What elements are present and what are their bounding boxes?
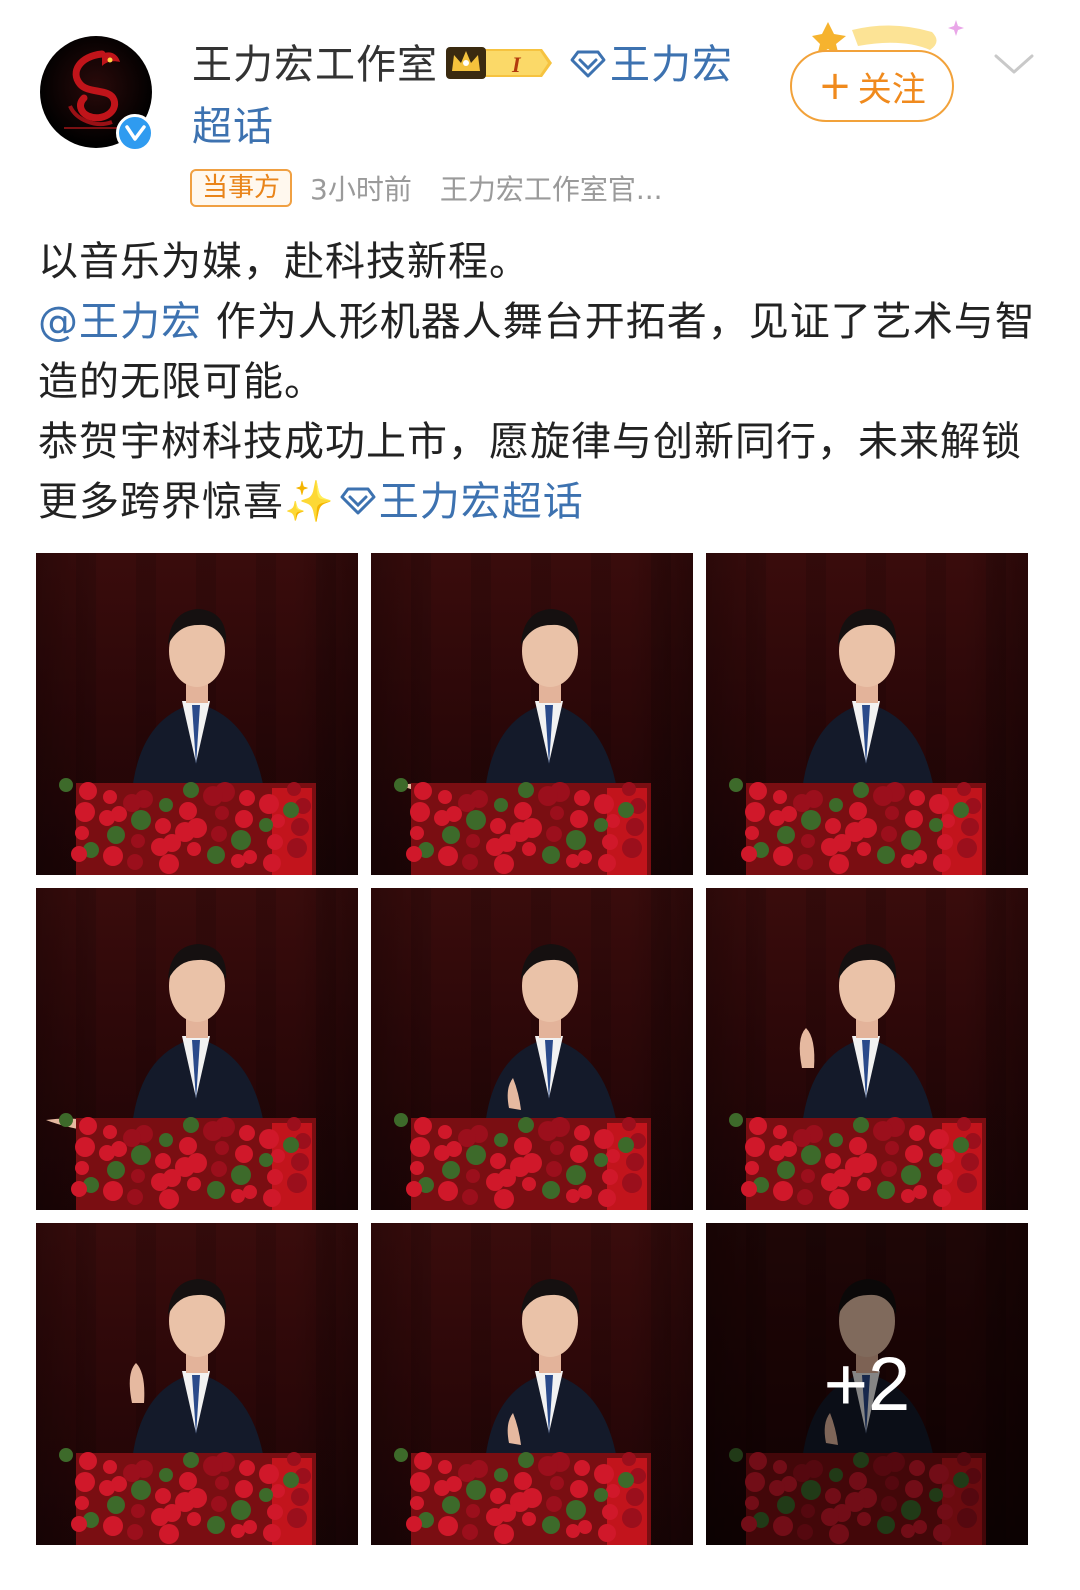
photo-thumbnail[interactable]: +2 — [706, 1223, 1028, 1545]
party-badge: 当事方 — [190, 169, 293, 207]
name-line: 王力宏工作室 I 王力宏超话 — [192, 34, 752, 158]
photo-thumbnail[interactable] — [36, 888, 358, 1210]
photo-thumbnail[interactable] — [36, 1223, 358, 1545]
speaker-photo-image — [59, 1279, 316, 1545]
sparkle-emoji: ✨ — [284, 479, 335, 525]
post-meta: 当事方 3小时前 王力宏工作室官... — [190, 168, 663, 208]
supertopic-diamond-icon — [340, 487, 376, 515]
supertopic-link[interactable]: 王力宏超话 — [379, 479, 584, 525]
speaker-photo-image — [46, 944, 316, 1210]
chevron-down-icon[interactable] — [992, 50, 1036, 78]
post-body: 以音乐为媒，赴科技新程。 @王力宏 作为人形机器人舞台开拓者，见证了艺术与智造的… — [38, 232, 1038, 532]
photo-thumbnail[interactable] — [706, 553, 1028, 875]
post-line: 以音乐为媒，赴科技新程。 — [38, 239, 530, 285]
photo-thumbnail[interactable] — [36, 553, 358, 875]
photo-thumbnail[interactable] — [371, 1223, 693, 1545]
verified-badge-icon — [116, 114, 154, 152]
speaker-photo-image — [59, 609, 316, 875]
crown-icon: I — [446, 47, 552, 79]
post-header: 王力宏工作室 I 王力宏超话 + 关注 当事方 3小时前 王力宏工作室官... — [0, 0, 1080, 230]
post-line: 恭贺宇树科技成功上市，愿旋律与创新同行，未来解锁更多跨界惊喜✨ 王力宏超话 — [38, 412, 1038, 532]
account-name[interactable]: 王力宏工作室 — [192, 42, 438, 88]
photo-thumbnail[interactable] — [371, 888, 693, 1210]
speaker-photo-image — [394, 1279, 651, 1545]
plus-icon: + — [818, 63, 852, 109]
follow-label: 关注 — [857, 69, 926, 110]
photo-thumbnail[interactable] — [371, 553, 693, 875]
speaker-photo-image — [394, 944, 651, 1210]
level-number: I — [511, 52, 522, 77]
photo-grid: +2 — [36, 553, 1030, 1545]
supertopic-diamond-icon — [570, 50, 606, 78]
post-line: @王力宏 作为人形机器人舞台开拓者，见证了艺术与智造的无限可能。 — [38, 292, 1038, 412]
speaker-photo-image — [729, 609, 986, 875]
photo-thumbnail[interactable] — [706, 888, 1028, 1210]
post-time: 3小时前 — [310, 173, 412, 206]
follow-button[interactable]: + 关注 — [790, 50, 954, 122]
speaker-photo-image — [729, 944, 986, 1210]
member-level-badge[interactable]: I — [444, 41, 556, 85]
mention-link[interactable]: @王力宏 — [38, 299, 202, 345]
post-source[interactable]: 王力宏工作室官... — [440, 168, 663, 208]
speaker-photo-image — [394, 609, 651, 875]
more-photos-overlay[interactable]: +2 — [706, 1223, 1028, 1545]
